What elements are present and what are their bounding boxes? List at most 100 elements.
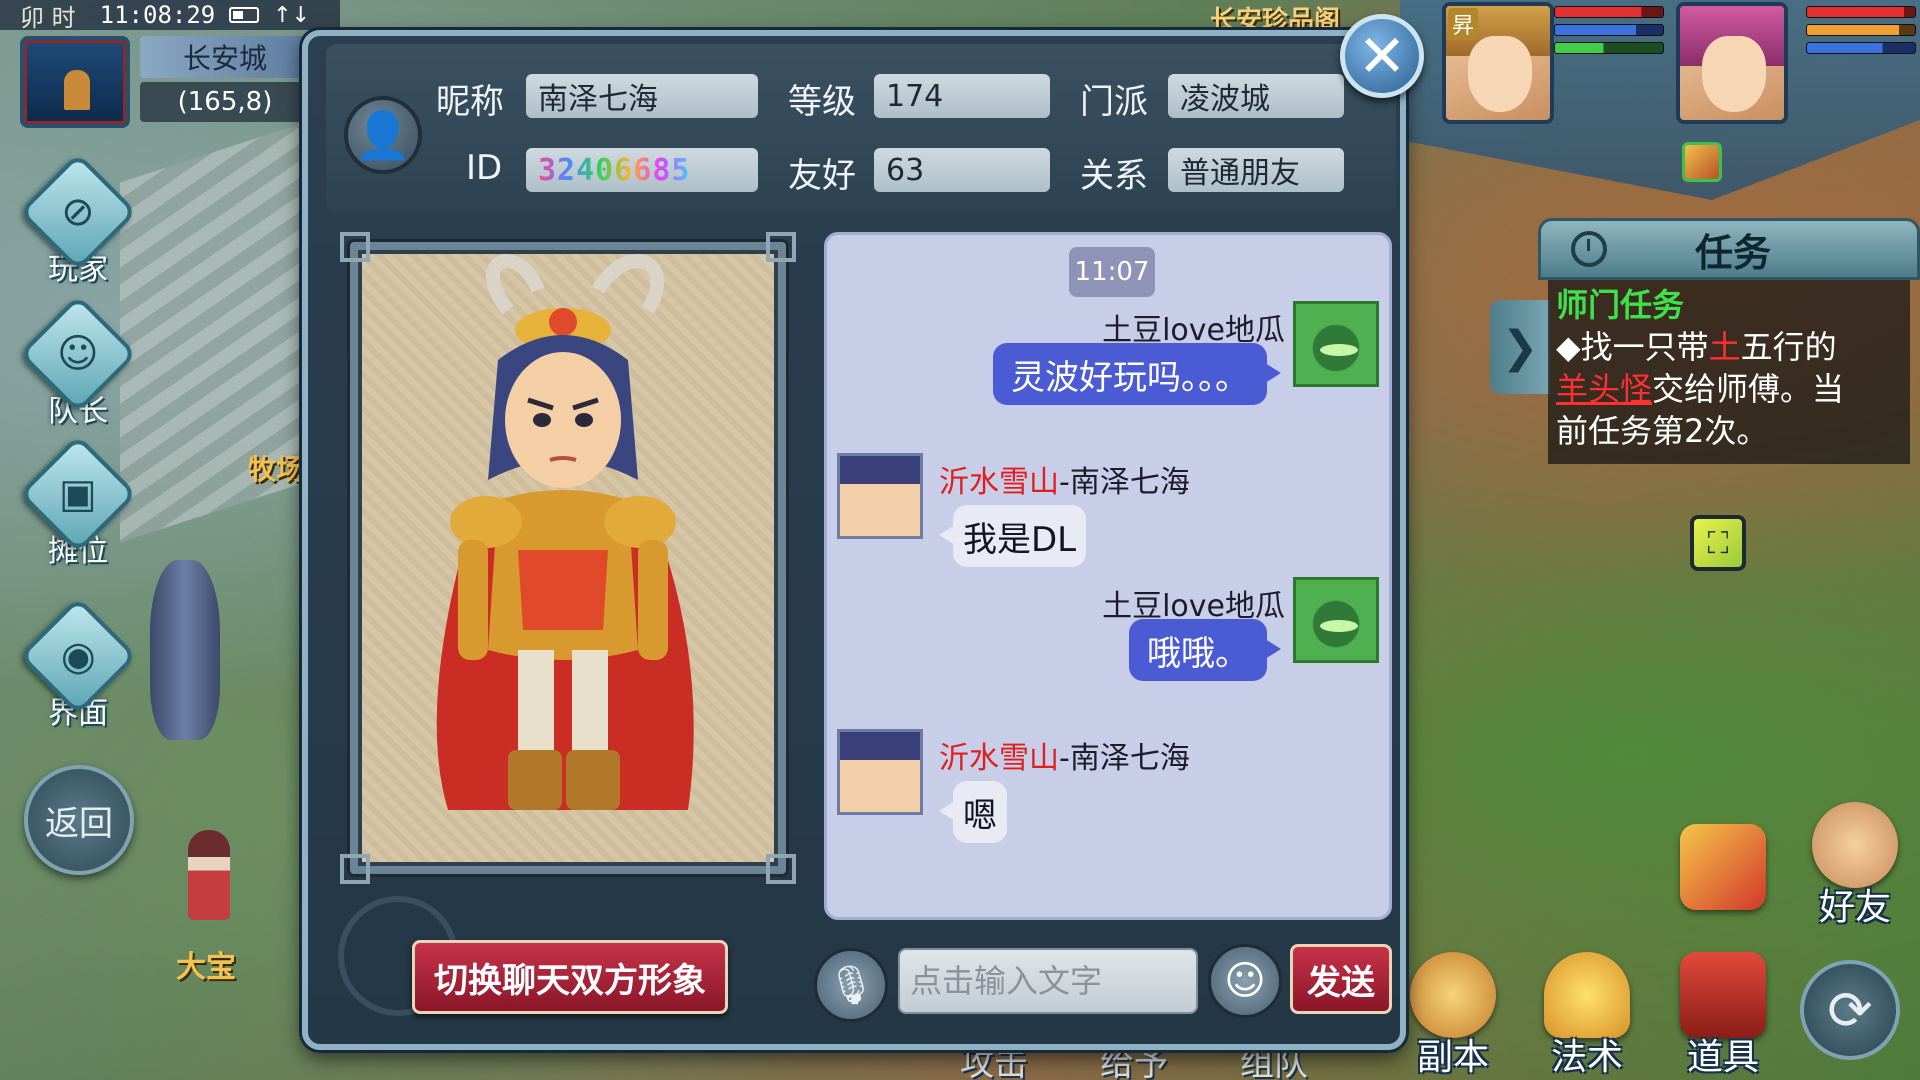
- hp-bar: [1554, 6, 1664, 18]
- side-menu-interface[interactable]: ◉ 界面: [18, 596, 138, 734]
- signal-icon: ↑↓: [273, 2, 311, 28]
- character-portrait-frame: [340, 232, 796, 884]
- relation-label: 关系: [1080, 156, 1148, 196]
- nickname-field: 南泽七海: [526, 74, 758, 118]
- mp-bar: [1554, 24, 1664, 36]
- back-button[interactable]: 返回: [24, 765, 134, 875]
- chat-sender-name: 沂水雪山-南泽七海: [939, 465, 1190, 500]
- receiver-avatar-icon[interactable]: [837, 453, 923, 539]
- handshake-icon: [1812, 802, 1898, 888]
- map-name: 长安城: [140, 36, 310, 78]
- party-2-status-bars: [1806, 6, 1916, 60]
- exp-bar: [1554, 42, 1664, 54]
- friend-chat-dialog: 👤 昵称 南泽七海 等级 174 门派 凌波城 ID 32406685 友好 6…: [302, 30, 1406, 1050]
- treasure-chest-icon: [1680, 824, 1766, 910]
- treasure-chest-button[interactable]: [1668, 780, 1778, 910]
- gift-box-icon[interactable]: [1682, 142, 1722, 182]
- nickname-label: 昵称: [436, 82, 504, 122]
- quest-line-2: 羊头怪交给师傅。当: [1556, 370, 1845, 408]
- side-menu-players[interactable]: ⊘ 玩家: [18, 152, 138, 290]
- bell-icon: [1544, 952, 1630, 1038]
- profile-header: 👤 昵称 南泽七海 等级 174 门派 凌波城 ID 32406685 友好 6…: [326, 44, 1396, 212]
- quest-target-link[interactable]: 羊头怪: [1556, 370, 1652, 408]
- items-button[interactable]: 道具: [1668, 950, 1778, 1080]
- portrait-face: [1468, 36, 1532, 112]
- mp-bar: [1806, 24, 1916, 36]
- pasture-label: 牧场: [248, 453, 305, 486]
- quest-header-title: 任务: [1695, 230, 1772, 275]
- quest-title[interactable]: 师门任务: [1556, 284, 1902, 326]
- quest-line-3: 前任务第2次。: [1556, 412, 1769, 450]
- school-label: 门派: [1080, 82, 1148, 122]
- spell-button[interactable]: 法术: [1532, 950, 1642, 1080]
- party-portrait-1[interactable]: 昇: [1442, 2, 1554, 124]
- clock-time: 11:08:29: [99, 1, 216, 29]
- emoji-icon[interactable]: ☺: [1208, 944, 1282, 1018]
- dungeon-button[interactable]: 副本: [1398, 950, 1508, 1080]
- blue-vase: [150, 560, 220, 740]
- minimap-thumbnail[interactable]: [20, 36, 130, 128]
- clock-icon: [1571, 231, 1607, 267]
- sender-avatar-icon[interactable]: [1293, 577, 1379, 663]
- exp-bar: [1806, 42, 1916, 54]
- stall-icon: ▣: [18, 434, 138, 554]
- id-value: 32406685: [538, 152, 691, 188]
- user-avatar-icon[interactable]: 👤: [344, 96, 422, 174]
- side-menu-captain[interactable]: ☺ 队长: [18, 294, 138, 432]
- id-field: 32406685: [526, 148, 758, 192]
- captain-icon: ☺: [18, 294, 138, 414]
- sender-guild: 沂水雪山: [939, 741, 1059, 776]
- items-label: 道具: [1686, 1037, 1759, 1078]
- minimap-panel[interactable]: 长安城 (165,8): [10, 30, 310, 130]
- party-portrait-2[interactable]: [1676, 2, 1788, 124]
- quest-line-1: ◆找一只带土五行的: [1556, 328, 1837, 366]
- chat-bubble-incoming: 嗯: [939, 781, 1007, 843]
- quest-collapse-button[interactable]: ❯: [1490, 300, 1550, 394]
- refresh-icon[interactable]: ⟳: [1800, 960, 1900, 1060]
- fullscreen-icon[interactable]: ⛶: [1690, 515, 1746, 571]
- npc-character[interactable]: [188, 830, 230, 920]
- character-figure: [436, 254, 694, 810]
- friendship-label: 友好: [788, 156, 856, 196]
- party-1-status-bars: [1554, 6, 1664, 60]
- side-menu-stall[interactable]: ▣ 摊位: [18, 434, 138, 572]
- friends-label: 好友: [1818, 887, 1891, 928]
- chat-message-input[interactable]: [898, 948, 1198, 1014]
- friendship-field: 63: [874, 148, 1050, 192]
- item-chest-icon: [1680, 952, 1766, 1038]
- dungeon-label: 副本: [1416, 1037, 1489, 1078]
- microphone-icon[interactable]: 🎙: [814, 948, 888, 1022]
- map-coords: (165,8): [140, 82, 310, 122]
- game-hour: 卯 时: [20, 3, 76, 32]
- chat-history[interactable]: 11:07 土豆love地瓜 灵波好玩吗。。。 沂水雪山-南泽七海 我是DL 土…: [824, 232, 1392, 920]
- npc-name-label: 大宝: [176, 950, 236, 985]
- eye-hide-icon: ◉: [18, 596, 138, 716]
- chat-timestamp: 11:07: [1069, 247, 1155, 297]
- switch-avatar-button[interactable]: 切换聊天双方形象: [412, 940, 728, 1014]
- portrait-tag: 昇: [1448, 8, 1479, 40]
- players-icon: ⊘: [18, 152, 138, 272]
- quest-panel-header[interactable]: 任务: [1538, 218, 1920, 280]
- battery-icon: [229, 7, 260, 23]
- quest-details[interactable]: 师门任务 ◆找一只带土五行的 羊头怪交给师傅。当 前任务第2次。: [1548, 280, 1910, 464]
- chat-bubble-outgoing: 灵波好玩吗。。。: [993, 343, 1281, 405]
- hp-bar: [1806, 6, 1916, 18]
- id-label: ID: [466, 148, 503, 188]
- chat-bubble-outgoing: 哦哦。: [1129, 619, 1281, 681]
- dungeon-icon: [1410, 952, 1496, 1038]
- receiver-avatar-icon[interactable]: [837, 729, 923, 815]
- status-bar: 卯 时 11:08:29 ↑↓: [0, 0, 340, 32]
- school-field: 凌波城: [1168, 74, 1344, 118]
- friends-button[interactable]: 好友: [1800, 800, 1910, 930]
- portrait-face: [1702, 36, 1766, 112]
- send-button[interactable]: 发送: [1290, 944, 1392, 1014]
- close-icon[interactable]: ✕: [1340, 14, 1424, 98]
- chat-sender-name: 沂水雪山-南泽七海: [939, 741, 1190, 776]
- sender-avatar-icon[interactable]: [1293, 301, 1379, 387]
- chat-bubble-incoming: 我是DL: [938, 505, 1087, 567]
- relation-field: 普通朋友: [1168, 148, 1344, 192]
- sender-guild: 沂水雪山: [939, 465, 1059, 500]
- spell-label: 法术: [1550, 1037, 1623, 1078]
- level-label: 等级: [788, 82, 856, 122]
- level-field: 174: [874, 74, 1050, 118]
